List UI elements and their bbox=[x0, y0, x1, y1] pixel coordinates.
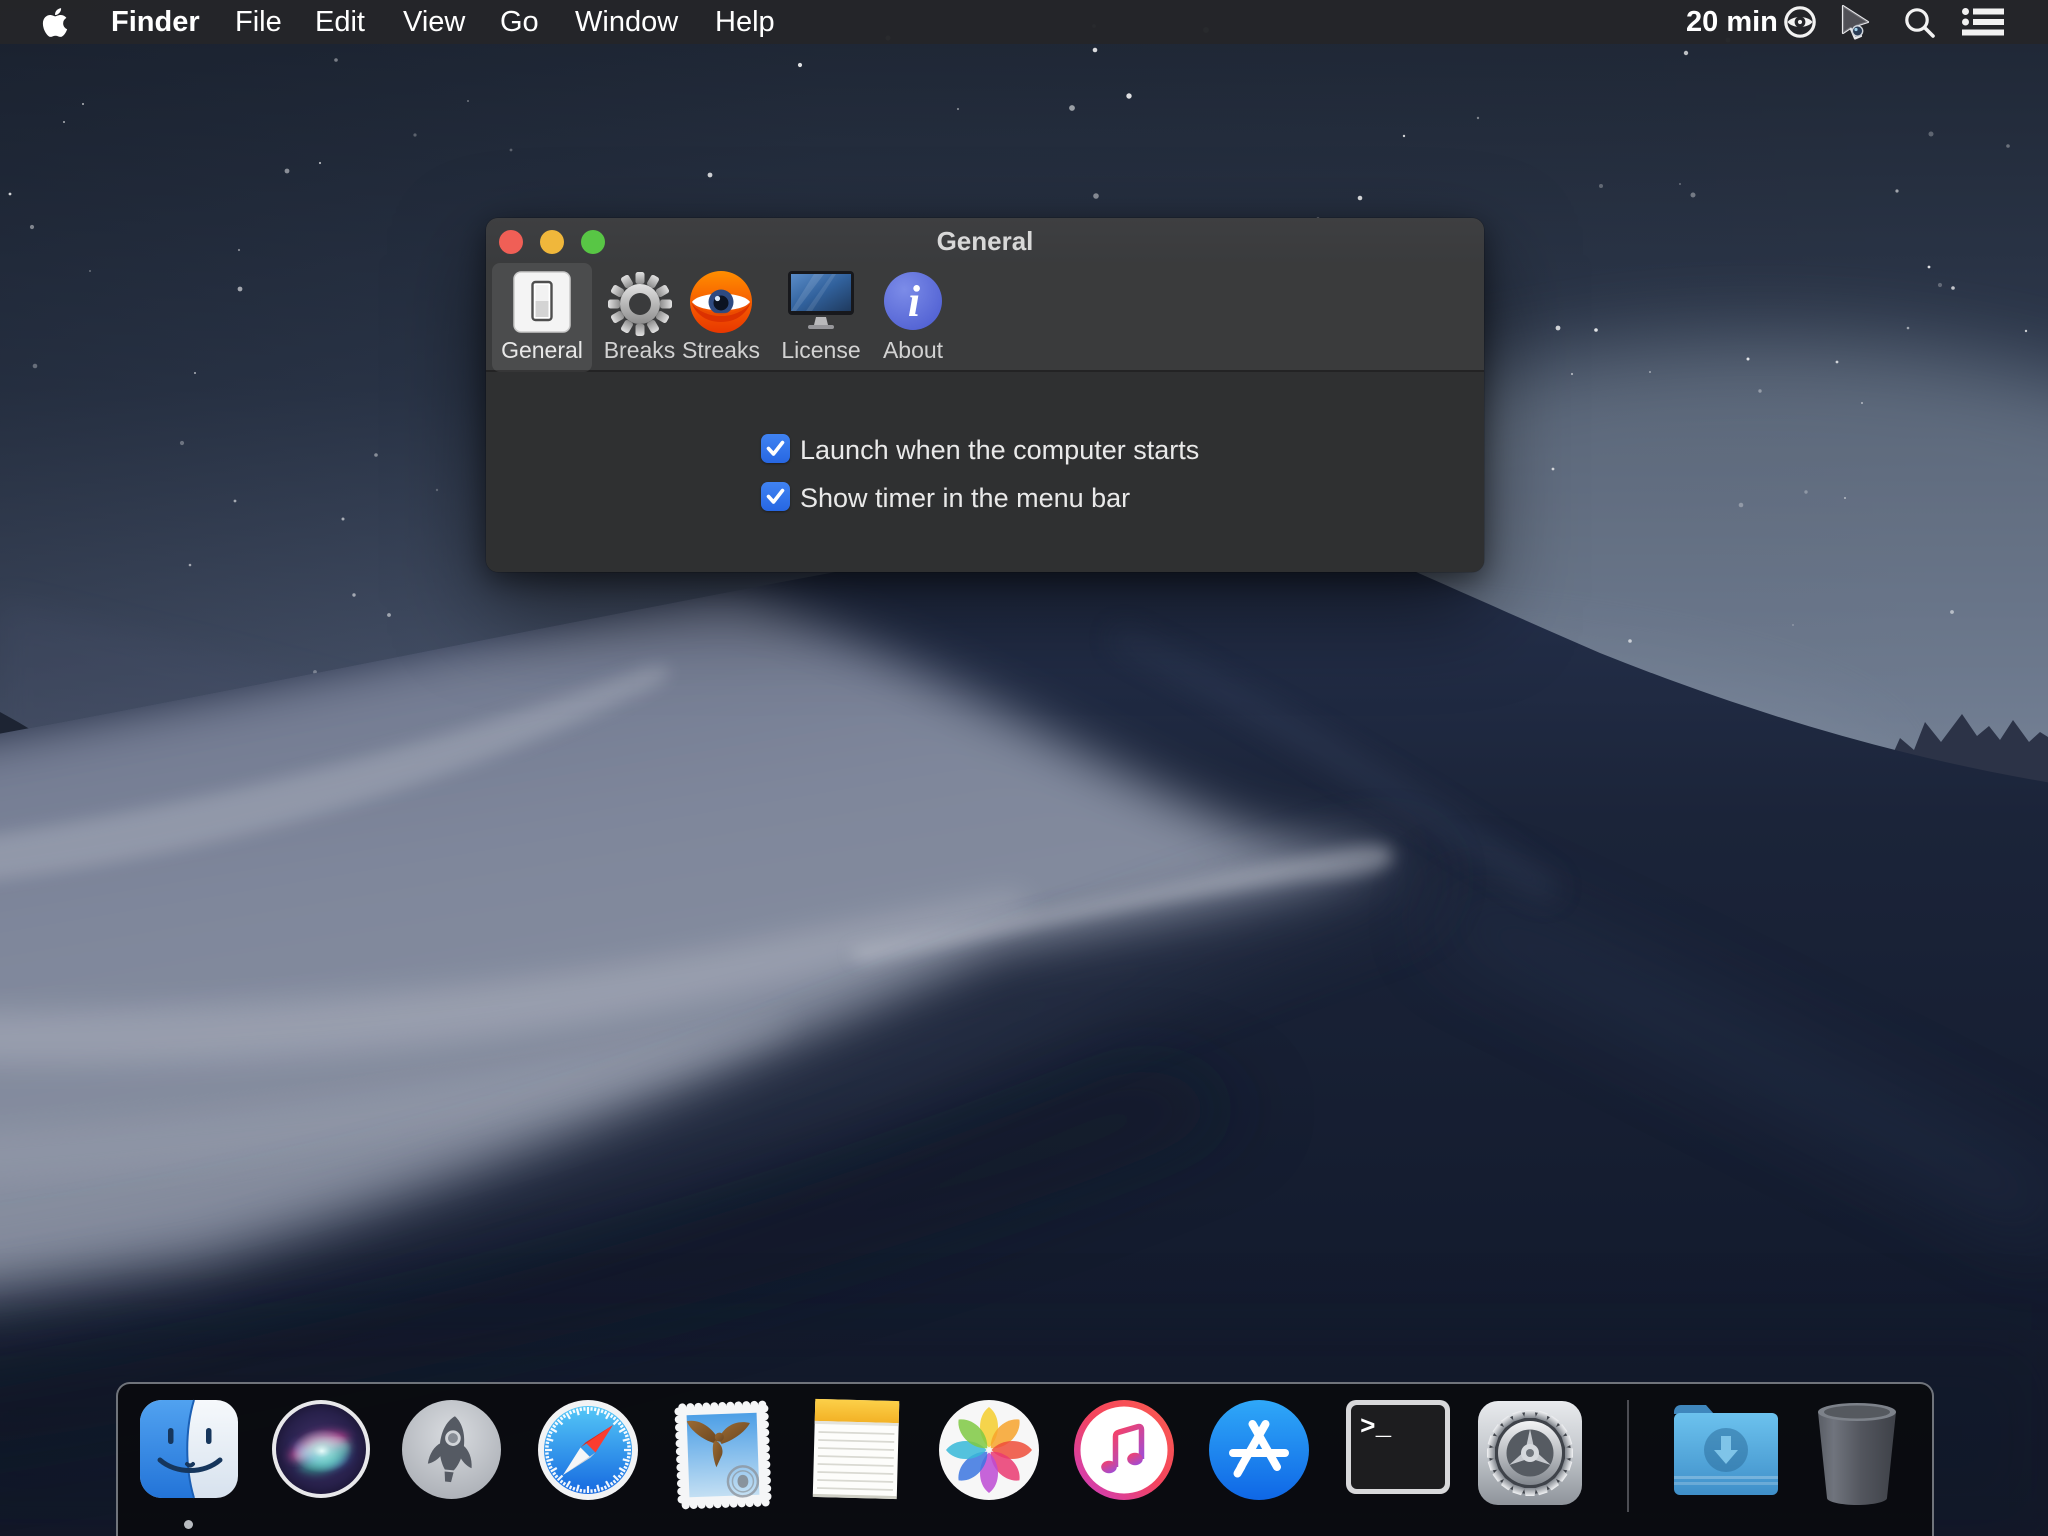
svg-text:i: i bbox=[908, 277, 921, 326]
svg-text:>_: >_ bbox=[1360, 1412, 1392, 1442]
